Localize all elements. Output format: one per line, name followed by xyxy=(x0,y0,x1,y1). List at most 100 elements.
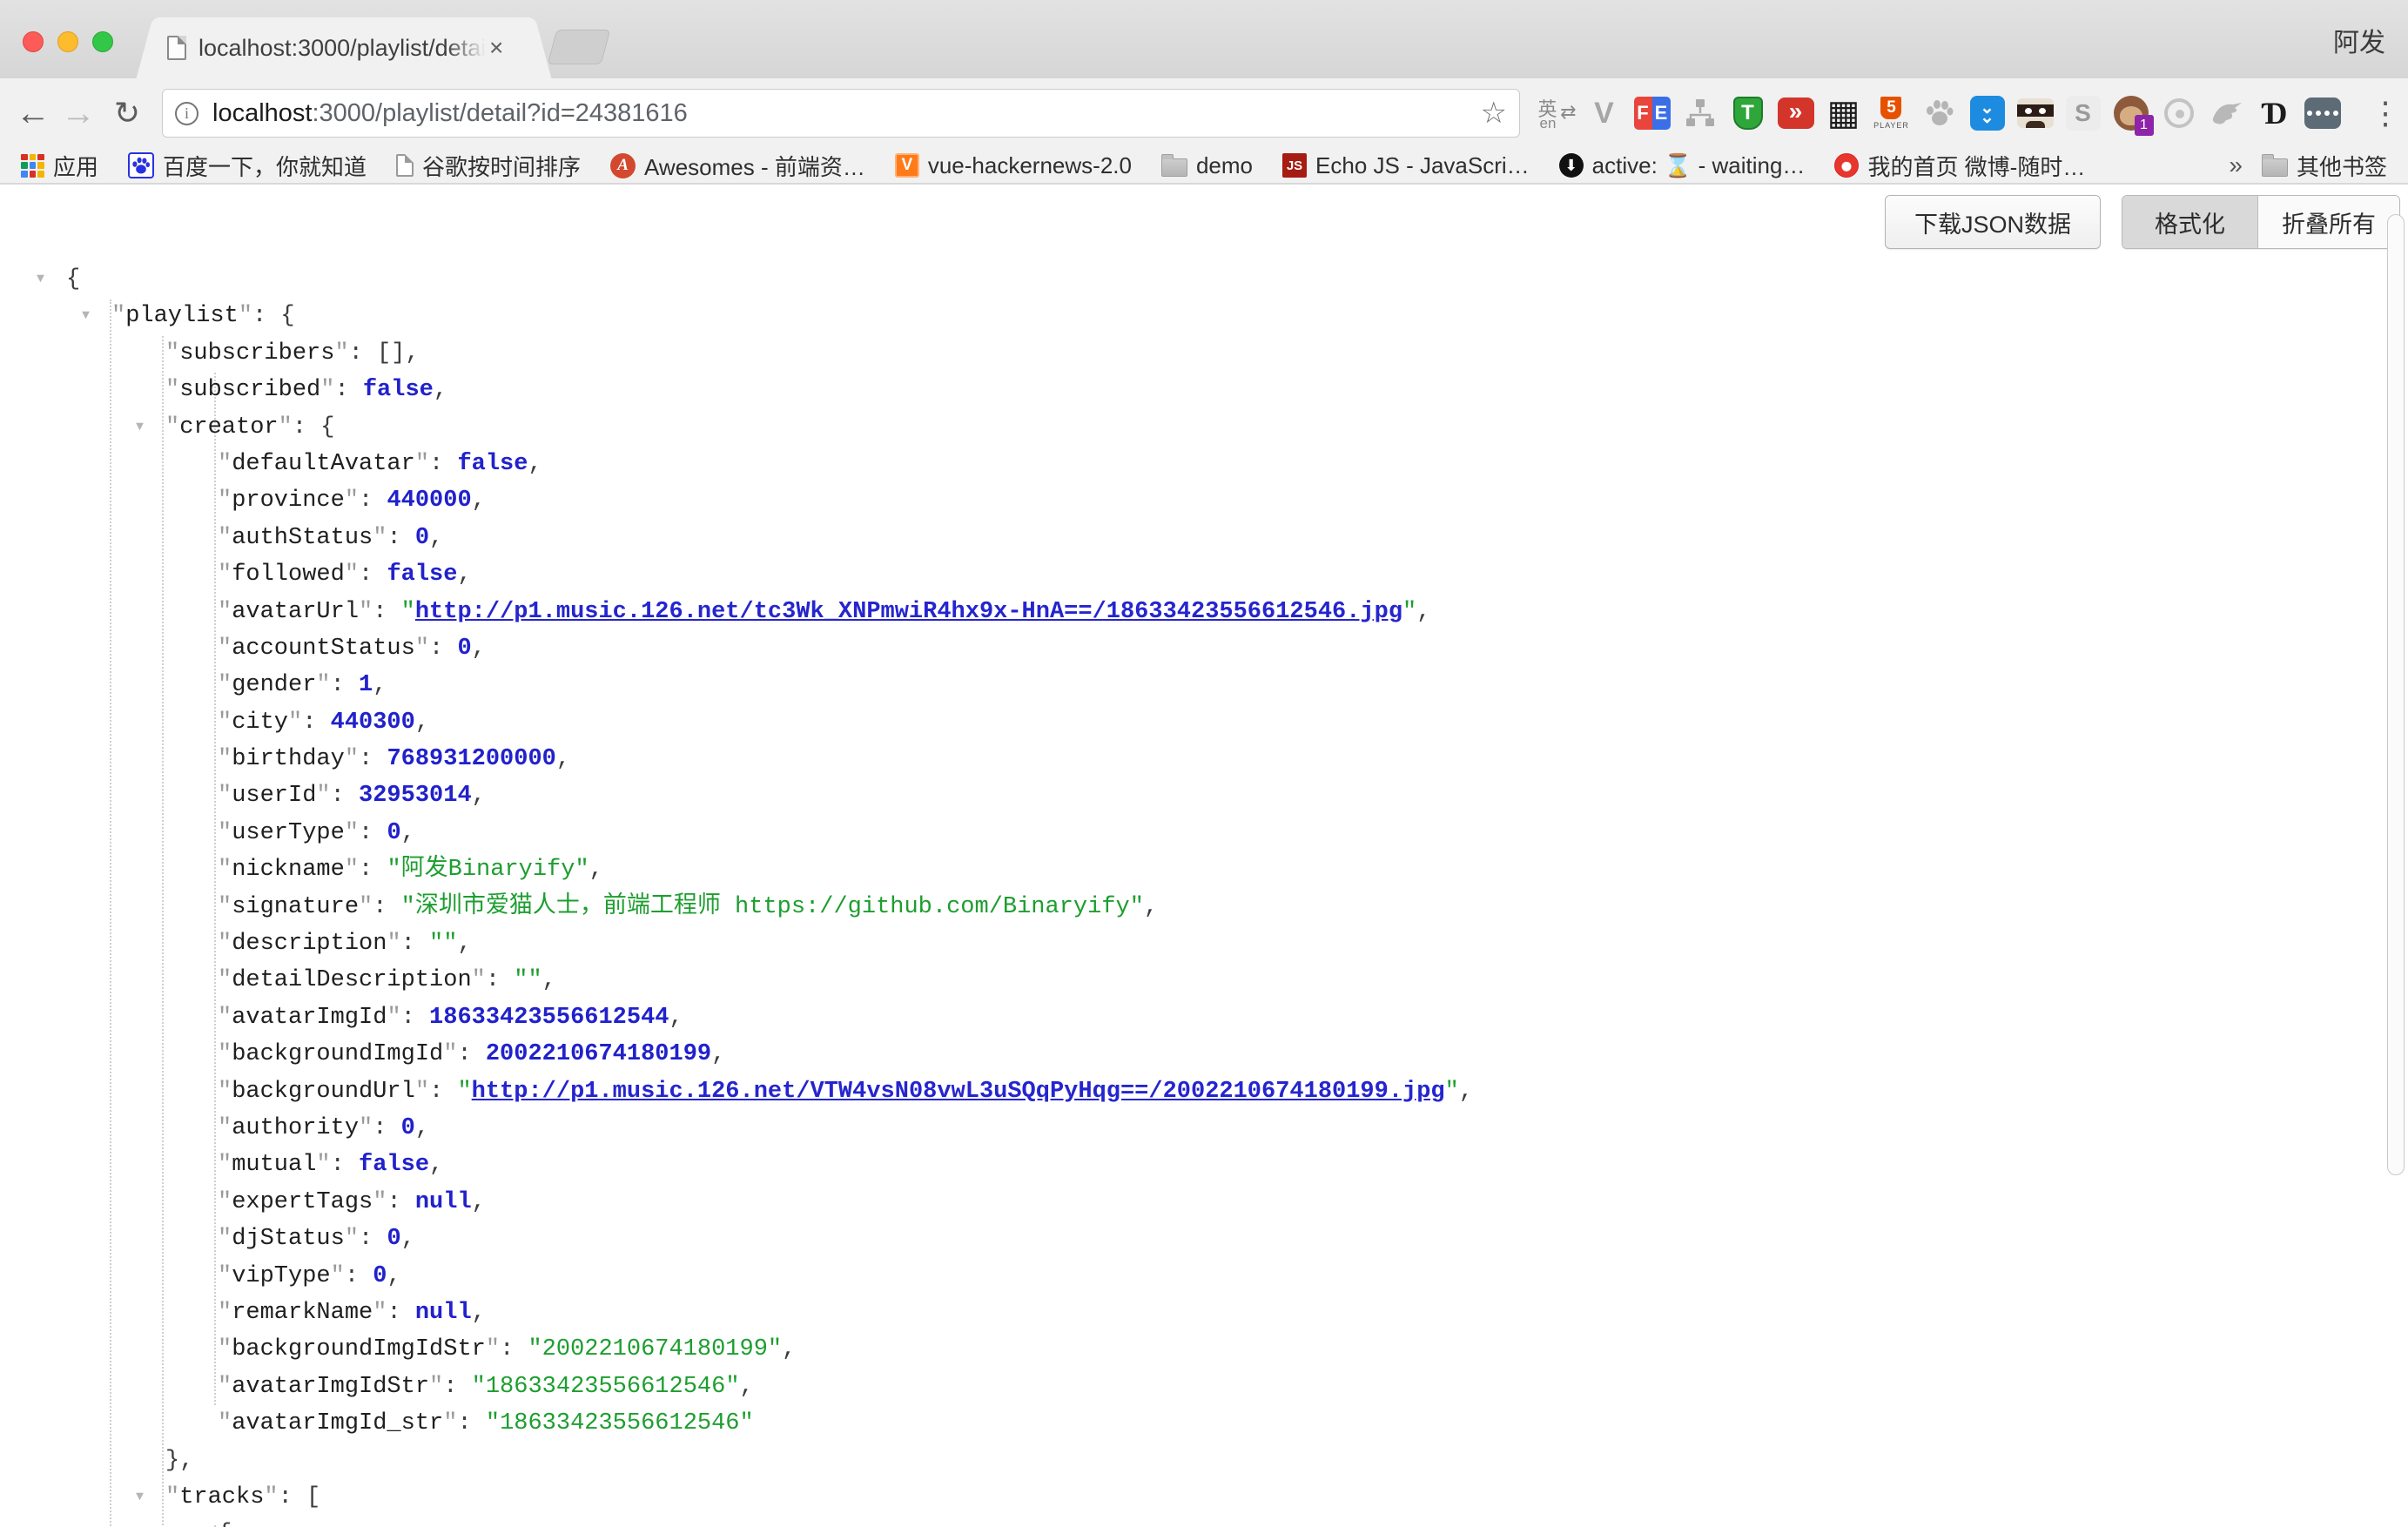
json-punctuation: , xyxy=(457,931,471,957)
bookmark-apps[interactable]: 应用 xyxy=(21,150,98,182)
json-key: backgroundImgId xyxy=(218,1041,457,1067)
json-number: 0 xyxy=(373,1263,387,1289)
shield-t-extension-icon[interactable]: T xyxy=(1724,91,1772,135)
json-key: mutual xyxy=(218,1152,331,1178)
browser-tab[interactable]: localhost:3000/playlist/detail?i × xyxy=(165,17,522,78)
qr-code-extension-icon[interactable]: ▦ xyxy=(1819,91,1867,135)
json-number: 768931200000 xyxy=(387,746,555,772)
json-key: city xyxy=(218,710,302,736)
bookmarks-overflow-icon[interactable]: » xyxy=(2229,151,2243,179)
reload-button[interactable]: ↻ xyxy=(106,78,148,148)
profile-name[interactable]: 阿发 xyxy=(2333,21,2385,59)
html5-player-extension-icon[interactable]: 5PLAYER xyxy=(1867,91,1915,135)
address-bar[interactable]: i localhost:3000/playlist/detail?id=2438… xyxy=(162,89,1520,138)
mask-extension-icon[interactable] xyxy=(2011,91,2059,135)
json-viewer: ▼{▼playlist: {subscribers: [],subscribed… xyxy=(0,261,2408,1527)
vue-devtools-extension-icon[interactable]: V xyxy=(1580,91,1628,135)
json-key: gender xyxy=(218,672,331,698)
bookmark-vue-hackernews[interactable]: V vue-hackernews-2.0 xyxy=(895,152,1132,179)
json-key: subscribers xyxy=(165,340,349,367)
bookmark-google-sort[interactable]: 谷歌按时间排序 xyxy=(396,150,581,182)
json-key: avatarImgId_str xyxy=(218,1410,457,1436)
tab-close-icon[interactable]: × xyxy=(489,36,503,60)
json-literal: false xyxy=(387,562,457,588)
json-row: remarkName: null, xyxy=(0,1295,2408,1331)
download-circle-icon: ⬇ xyxy=(1559,153,1584,178)
json-punctuation: , xyxy=(429,1152,443,1178)
fe-extension-icon[interactable]: FE xyxy=(1628,91,1676,135)
bookmark-active-waiting[interactable]: ⬇ active: ⌛ - waiting… xyxy=(1559,152,1806,179)
json-number: 440300 xyxy=(331,710,415,736)
json-punctuation: , xyxy=(1416,599,1430,625)
json-punctuation: , xyxy=(556,746,570,772)
json-punctuation: , xyxy=(1459,1079,1473,1105)
collapse-toggle-icon[interactable]: ▼ xyxy=(136,409,144,446)
d-extension-icon[interactable]: Ɗ xyxy=(2250,91,2298,135)
json-punctuation: , xyxy=(457,562,471,588)
bookmark-weibo-home[interactable]: 我的首页 微博-随时… xyxy=(1834,150,2085,182)
collapse-toggle-icon[interactable]: ▼ xyxy=(188,1516,196,1527)
json-row: defaultAvatar: false, xyxy=(0,446,2408,482)
json-punctuation: : xyxy=(373,1115,400,1141)
json-key: avatarImgIdStr xyxy=(218,1374,443,1400)
json-punctuation: , xyxy=(415,710,429,736)
close-window-button[interactable] xyxy=(23,31,44,52)
paw-extension-icon[interactable] xyxy=(1915,91,1963,135)
collapse-all-button[interactable]: 折叠所有 xyxy=(2258,196,2399,248)
bookmark-baidu[interactable]: 百度一下，你就知道 xyxy=(128,150,367,182)
bookmark-awesomes[interactable]: A Awesomes - 前端资… xyxy=(610,150,865,182)
folder-icon xyxy=(1161,158,1187,177)
json-url-link[interactable]: http://p1.music.126.net/tc3Wk_XNPmwiR4hx… xyxy=(415,599,1402,625)
json-punctuation: : xyxy=(359,820,387,846)
json-url-link[interactable]: http://p1.music.126.net/VTW4vsN08vwL3uSQ… xyxy=(472,1079,1445,1105)
json-key: tracks xyxy=(165,1484,279,1510)
collapse-toggle-icon[interactable]: ▼ xyxy=(82,298,90,334)
fast-forward-extension-icon[interactable]: » xyxy=(1772,91,1819,135)
bookmark-demo-folder[interactable]: demo xyxy=(1161,152,1253,179)
json-punctuation: : xyxy=(302,710,330,736)
more-tools-extension-icon[interactable] xyxy=(2298,91,2346,135)
echo-js-icon: JS xyxy=(1282,153,1307,178)
page-content: 下载JSON数据 格式化 折叠所有 ▼{▼playlist: {subscrib… xyxy=(0,186,2408,1527)
json-key: province xyxy=(218,488,359,514)
other-bookmarks[interactable]: 其他书签 xyxy=(2262,150,2387,182)
json-punctuation: : xyxy=(331,783,359,809)
json-row: authority: 0, xyxy=(0,1110,2408,1147)
maximize-window-button[interactable] xyxy=(92,31,113,52)
bird-extension-icon[interactable] xyxy=(2203,91,2250,135)
json-row: description: , xyxy=(0,925,2408,962)
weibo-gray-extension-icon[interactable] xyxy=(2155,91,2203,135)
scrollbar-thumb[interactable] xyxy=(2387,214,2405,1175)
format-button[interactable]: 格式化 xyxy=(2122,196,2258,248)
download-manager-extension-icon[interactable]: ⌄⌄ xyxy=(1963,91,2011,135)
apps-grid-icon xyxy=(21,154,44,178)
url-text[interactable]: localhost:3000/playlist/detail?id=243816… xyxy=(212,99,688,128)
site-info-icon[interactable]: i xyxy=(175,102,198,125)
json-punctuation: : { xyxy=(252,303,295,329)
tampermonkey-extension-icon[interactable]: 1 xyxy=(2107,91,2155,135)
json-key: avatarImgId xyxy=(218,1005,401,1031)
download-json-button[interactable]: 下载JSON数据 xyxy=(1885,195,2101,249)
json-string: 18633423556612546 xyxy=(472,1374,740,1400)
new-tab-button[interactable] xyxy=(548,30,611,64)
page-icon xyxy=(396,154,414,177)
json-key: detailDescription xyxy=(218,967,486,993)
json-string: http://p1.music.126.net/tc3Wk_XNPmwiR4hx… xyxy=(401,599,1417,625)
json-row: backgroundImgId: 2002210674180199, xyxy=(0,1036,2408,1073)
json-punctuation: , xyxy=(472,1189,486,1215)
bookmark-star-icon[interactable]: ☆ xyxy=(1481,96,1507,131)
json-row: backgroundImgIdStr: 2002210674180199, xyxy=(0,1331,2408,1368)
json-row: birthday: 768931200000, xyxy=(0,741,2408,777)
proxy-extension-icon[interactable] xyxy=(1676,91,1724,135)
toolbar: ← → ↻ i localhost:3000/playlist/detail?i… xyxy=(0,78,2408,148)
collapse-toggle-icon[interactable]: ▼ xyxy=(37,261,44,298)
minimize-window-button[interactable] xyxy=(57,31,78,52)
collapse-toggle-icon[interactable]: ▼ xyxy=(136,1479,144,1516)
translate-extension-icon[interactable]: 英en⇄ xyxy=(1532,91,1580,135)
json-punctuation: : xyxy=(457,1041,485,1067)
s-extension-icon[interactable]: S xyxy=(2059,91,2107,135)
bookmark-echo-js[interactable]: JS Echo JS - JavaScri… xyxy=(1282,152,1530,179)
chrome-menu-icon[interactable]: ⋮ xyxy=(2368,78,2403,148)
json-number: 0 xyxy=(401,1115,415,1141)
back-button[interactable]: ← xyxy=(12,78,54,148)
